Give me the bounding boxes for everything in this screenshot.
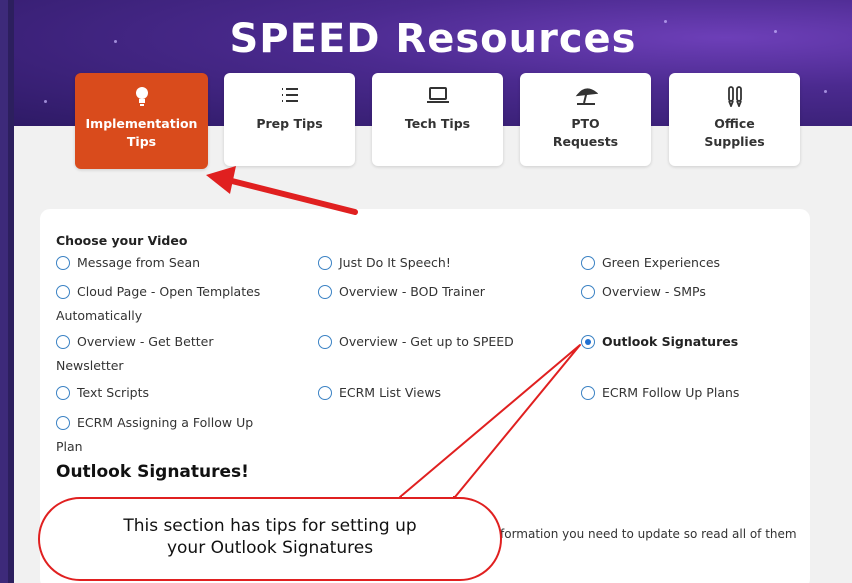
video-option[interactable]: Text Scripts	[56, 383, 149, 403]
page-title: SPEED Resources	[229, 16, 637, 62]
list-icon	[224, 85, 355, 111]
section-title: Outlook Signatures!	[56, 462, 249, 482]
radio-button[interactable]	[56, 285, 70, 299]
tab-label: Tech Tips	[404, 116, 471, 131]
callout-text-line2: your Outlook Signatures	[166, 538, 374, 558]
video-option[interactable]: Overview - BOD Trainer	[318, 282, 485, 302]
radio-button[interactable]	[56, 416, 70, 430]
tab-label: Implementation	[85, 116, 198, 131]
tab-label: Supplies	[704, 134, 765, 149]
radio-button[interactable]	[581, 285, 595, 299]
tab-label: Requests	[552, 134, 619, 149]
video-option[interactable]: Overview - Get up to SPEED	[318, 332, 514, 352]
radio-button[interactable]	[318, 335, 332, 349]
page: SPEED Resources Implementation Tips Prep…	[0, 0, 852, 583]
radio-button[interactable]	[56, 335, 70, 349]
radio-button[interactable]	[56, 256, 70, 270]
lightbulb-icon	[75, 85, 208, 111]
radio-button[interactable]	[581, 256, 595, 270]
radio-button[interactable]	[318, 285, 332, 299]
video-option[interactable]: Overview - Get Better Newsletter	[56, 332, 213, 376]
video-option-selected[interactable]: Outlook Signatures	[581, 332, 738, 352]
tab-prep-tips[interactable]: Prep Tips	[224, 73, 355, 166]
radio-button[interactable]	[318, 256, 332, 270]
tab-label: PTO	[571, 116, 600, 131]
video-option[interactable]: ECRM Assigning a Follow Up Plan	[56, 413, 253, 457]
video-option[interactable]: Cloud Page - Open Templates Automaticall…	[56, 282, 260, 326]
tab-label: Office	[714, 116, 755, 131]
star-dot	[44, 100, 47, 103]
pens-icon	[669, 85, 800, 111]
video-option[interactable]: Just Do It Speech!	[318, 253, 451, 273]
video-option[interactable]: Green Experiences	[581, 253, 720, 273]
video-option[interactable]: ECRM List Views	[318, 383, 441, 403]
laptop-icon	[372, 85, 503, 111]
beach-umbrella-icon	[520, 85, 651, 111]
tab-pto-requests[interactable]: PTO Requests	[520, 73, 651, 166]
video-prompt: Choose your Video	[56, 233, 188, 248]
tab-label: Tips	[126, 134, 157, 149]
tab-label: Prep Tips	[256, 116, 323, 131]
video-option[interactable]: Message from Sean	[56, 253, 200, 273]
tab-implementation-tips[interactable]: Implementation Tips	[75, 73, 208, 169]
tab-office-supplies[interactable]: Office Supplies	[669, 73, 800, 166]
radio-button-selected[interactable]	[581, 335, 595, 349]
radio-button[interactable]	[581, 386, 595, 400]
tab-tech-tips[interactable]: Tech Tips	[372, 73, 503, 166]
annotation-callout: This section has tips for setting up you…	[38, 497, 502, 581]
radio-button[interactable]	[56, 386, 70, 400]
video-option[interactable]: ECRM Follow Up Plans	[581, 383, 739, 403]
video-option[interactable]: Overview - SMPs	[581, 282, 706, 302]
star-dot	[824, 90, 827, 93]
callout-text-line1: This section has tips for setting up	[123, 516, 417, 536]
section-body-text: formation you need to update so read all…	[500, 527, 797, 541]
radio-button[interactable]	[318, 386, 332, 400]
